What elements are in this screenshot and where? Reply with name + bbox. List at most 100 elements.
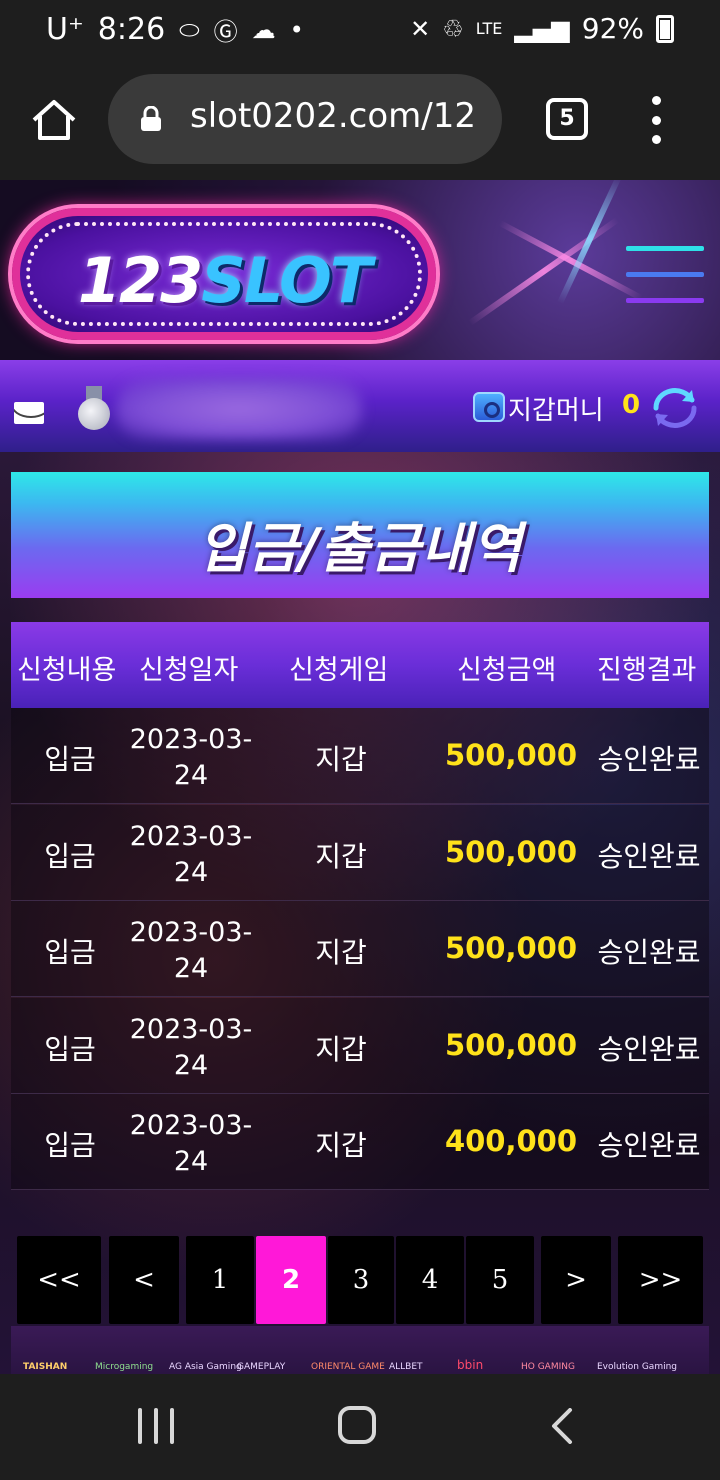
page-3-button[interactable]: 3 bbox=[328, 1236, 394, 1324]
back-icon[interactable] bbox=[548, 1408, 574, 1444]
system-nav-bar bbox=[0, 1374, 720, 1480]
cell-game: 지갑 bbox=[315, 840, 367, 873]
signal-icon: ▂▄▆ bbox=[514, 14, 570, 43]
battery-icon bbox=[656, 14, 674, 43]
main-content: 입금/출금내역 신청내용 신청일자 신청게임 신청금액 진행결과 입금 2023… bbox=[0, 452, 720, 1374]
table-row: 입금 2023-03- 24 지갑 500,000 승인완료 bbox=[11, 901, 709, 997]
cell-type: 입금 bbox=[44, 1129, 96, 1162]
page-next-button[interactable]: > bbox=[541, 1236, 611, 1324]
cell-result: 승인완료 bbox=[597, 1033, 701, 1066]
tab-switcher-button[interactable]: 5 bbox=[546, 98, 588, 140]
carrier-label: U⁺ bbox=[46, 12, 84, 47]
status-bar: U⁺ 8:26 ⬭ Ⓖ ☁ • ✕ ♲ LTE ▂▄▆ 92% bbox=[0, 0, 720, 60]
cell-amount: 500,000 bbox=[444, 835, 578, 869]
header-request-type: 신청내용 bbox=[17, 655, 117, 686]
page-4-button[interactable]: 4 bbox=[396, 1236, 464, 1324]
wallet-label: 지갑머니 bbox=[508, 396, 604, 426]
pagination: << < 1 2 3 4 5 > >> bbox=[0, 1236, 720, 1324]
browser-menu-icon[interactable] bbox=[648, 96, 664, 144]
partner-logo: Evolution Gaming bbox=[597, 1362, 677, 1372]
table-row: 입금 2023-03- 24 지갑 500,000 승인완료 bbox=[11, 708, 709, 804]
cell-type: 입금 bbox=[44, 840, 96, 873]
partner-logo: HO GAMING bbox=[521, 1362, 575, 1372]
recycle-icon: ♲ bbox=[442, 14, 464, 43]
user-bar: 지갑머니 0 bbox=[0, 360, 720, 452]
header-request-amount: 신청금액 bbox=[457, 655, 557, 686]
logo-text: 123SLOT bbox=[20, 244, 428, 317]
partner-logo: GAMEPLAY bbox=[237, 1362, 286, 1372]
table-row: 입금 2023-03- 24 지갑 400,000 승인완료 bbox=[11, 1094, 709, 1190]
table-header: 신청내용 신청일자 신청게임 신청금액 진행결과 bbox=[11, 622, 709, 708]
g-app-icon: Ⓖ bbox=[213, 18, 238, 46]
date-line: 2023-03- bbox=[129, 917, 253, 948]
date-line: 24 bbox=[173, 760, 209, 791]
cell-result: 승인완료 bbox=[597, 936, 701, 969]
table-row: 입금 2023-03- 24 지갑 500,000 승인완료 bbox=[11, 805, 709, 901]
cell-result: 승인완료 bbox=[597, 1129, 701, 1162]
home-nav-icon[interactable] bbox=[338, 1406, 376, 1444]
username-redacted bbox=[116, 378, 362, 440]
partner-logos: TAISHAN Microgaming AG Asia Gaming GAMEP… bbox=[11, 1326, 709, 1374]
partner-logo: ALLBET bbox=[389, 1362, 423, 1372]
cell-type: 입금 bbox=[44, 743, 96, 776]
url-text: slot0202.com/12 bbox=[190, 96, 476, 136]
wallet-amount: 0 bbox=[622, 390, 641, 420]
cell-game: 지갑 bbox=[315, 1129, 367, 1162]
date-line: 24 bbox=[173, 953, 209, 984]
cell-date: 2023-03- 24 bbox=[127, 915, 255, 987]
lock-icon bbox=[141, 106, 161, 131]
partner-logo: Microgaming bbox=[95, 1362, 154, 1372]
partner-logo: AG Asia Gaming bbox=[169, 1362, 242, 1372]
hamburger-menu-icon[interactable] bbox=[626, 246, 704, 306]
dot-icon: • bbox=[289, 15, 304, 44]
logo-number: 123 bbox=[77, 244, 203, 317]
date-line: 2023-03- bbox=[129, 1014, 253, 1045]
mail-icon[interactable] bbox=[14, 402, 44, 424]
cell-game: 지갑 bbox=[315, 743, 367, 776]
clock: 8:26 bbox=[97, 12, 166, 47]
header-request-game: 신청게임 bbox=[289, 655, 389, 686]
date-line: 24 bbox=[173, 857, 209, 888]
cell-result: 승인완료 bbox=[597, 840, 701, 873]
date-line: 24 bbox=[173, 1050, 209, 1081]
page-2-button[interactable]: 2 bbox=[256, 1236, 326, 1324]
home-icon[interactable] bbox=[30, 96, 78, 144]
page-1-button[interactable]: 1 bbox=[186, 1236, 254, 1324]
cell-result: 승인완료 bbox=[597, 743, 701, 776]
date-line: 2023-03- bbox=[129, 821, 253, 852]
date-line: 2023-03- bbox=[129, 1110, 253, 1141]
date-line: 24 bbox=[173, 1146, 209, 1177]
page-title: 입금/출금내역 bbox=[197, 517, 523, 580]
cell-date: 2023-03- 24 bbox=[127, 1012, 255, 1084]
page-prev-button[interactable]: < bbox=[109, 1236, 179, 1324]
page-title-banner: 입금/출금내역 bbox=[11, 472, 709, 598]
network-type: LTE bbox=[475, 18, 503, 38]
recent-apps-icon[interactable] bbox=[138, 1408, 174, 1444]
cell-amount: 400,000 bbox=[444, 1124, 578, 1158]
cell-date: 2023-03- 24 bbox=[127, 1108, 255, 1180]
cell-game: 지갑 bbox=[315, 936, 367, 969]
partner-logo: bbin bbox=[457, 1358, 484, 1372]
cell-type: 입금 bbox=[44, 1033, 96, 1066]
cell-date: 2023-03- 24 bbox=[127, 819, 255, 891]
pill-icon: ⬭ bbox=[179, 15, 200, 44]
page-last-button[interactable]: >> bbox=[618, 1236, 703, 1324]
cell-amount: 500,000 bbox=[444, 931, 578, 965]
site-logo[interactable]: 123SLOT bbox=[12, 208, 436, 340]
vibrate-mute-icon: ✕ bbox=[410, 14, 431, 43]
address-bar[interactable]: slot0202.com/12 bbox=[108, 74, 502, 164]
cell-amount: 500,000 bbox=[444, 738, 578, 772]
refresh-icon[interactable] bbox=[648, 386, 702, 430]
site-header: 123SLOT bbox=[0, 180, 720, 360]
cell-game: 지갑 bbox=[315, 1033, 367, 1066]
logo-word: SLOT bbox=[201, 244, 372, 317]
partner-logo: TAISHAN bbox=[23, 1362, 68, 1372]
battery-percent: 92% bbox=[581, 12, 644, 45]
page-first-button[interactable]: << bbox=[17, 1236, 101, 1324]
medal-icon bbox=[78, 386, 110, 434]
cell-type: 입금 bbox=[44, 936, 96, 969]
date-line: 2023-03- bbox=[129, 724, 253, 755]
table-row: 입금 2023-03- 24 지갑 500,000 승인완료 bbox=[11, 998, 709, 1094]
page-5-button[interactable]: 5 bbox=[466, 1236, 534, 1324]
wallet-icon bbox=[473, 392, 505, 422]
